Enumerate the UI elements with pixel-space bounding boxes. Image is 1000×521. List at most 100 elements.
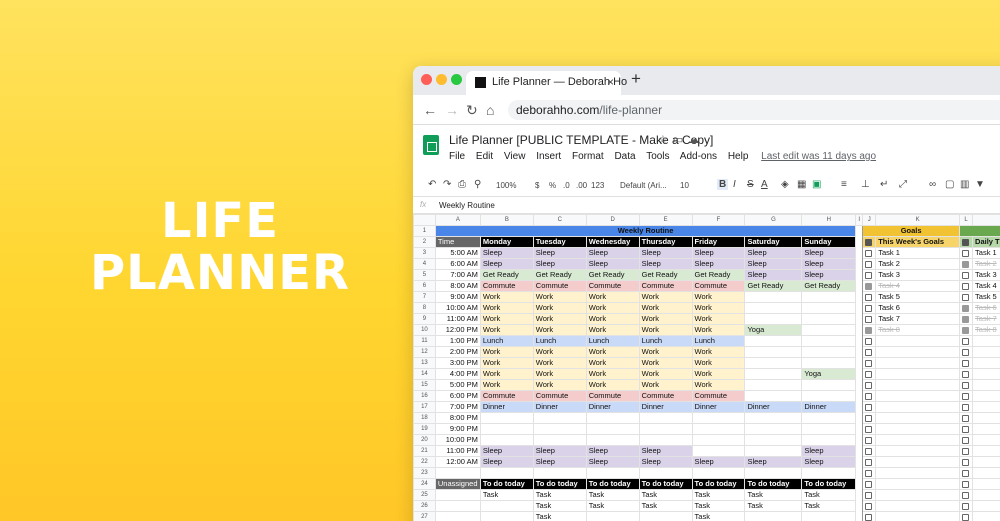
schedule-cell[interactable]: Sleep	[801, 445, 857, 457]
schedule-cell[interactable]	[801, 302, 857, 314]
menu-data[interactable]: Data	[614, 151, 635, 162]
daily-checkbox-cell[interactable]	[959, 423, 974, 435]
daily-checkbox[interactable]	[962, 304, 970, 312]
column-header-F[interactable]: F	[691, 214, 746, 226]
daily-task-cell[interactable]	[972, 412, 1000, 424]
this-weeks-goals-header[interactable]: This Week's Goals	[875, 236, 961, 248]
daily-checkbox-cell[interactable]	[959, 302, 974, 314]
schedule-cell[interactable]: Sleep	[801, 269, 857, 281]
menu-edit[interactable]: Edit	[476, 151, 493, 162]
schedule-cell[interactable]: Lunch	[691, 335, 746, 347]
close-window-dot[interactable]	[421, 74, 432, 85]
schedule-cell[interactable]: Lunch	[479, 335, 534, 347]
percent-button[interactable]: %	[549, 181, 556, 190]
currency-button[interactable]: $	[535, 181, 539, 190]
title-action-icons[interactable]: ☆▭☁	[658, 133, 704, 146]
schedule-cell[interactable]	[479, 423, 534, 435]
goal-checkbox-cell[interactable]	[862, 291, 877, 303]
minimize-window-dot[interactable]	[436, 74, 447, 85]
schedule-cell[interactable]	[801, 324, 857, 336]
daily-checkbox[interactable]	[962, 249, 970, 257]
address-bar[interactable]: deborahho.com/life-planner	[508, 100, 1000, 120]
goal-task-cell[interactable]: Task 5	[875, 291, 961, 303]
row-number[interactable]: 27	[413, 511, 436, 521]
daily-checkbox-cell[interactable]	[959, 269, 974, 281]
todo-cell[interactable]	[479, 500, 534, 512]
schedule-cell[interactable]	[744, 346, 803, 358]
insert-chart-icon[interactable]: ▥	[960, 179, 969, 190]
goal-checkbox[interactable]	[865, 282, 873, 290]
schedule-cell[interactable]	[638, 423, 693, 435]
redo-icon[interactable]: ↷	[443, 179, 451, 190]
schedule-cell[interactable]: Sleep	[801, 456, 857, 468]
last-edit-link[interactable]: Last edit was 11 days ago	[761, 151, 876, 162]
row-number[interactable]: 20	[413, 434, 436, 446]
schedule-cell[interactable]	[532, 434, 587, 446]
schedule-cell[interactable]: Work	[638, 324, 693, 336]
daily-task-cell[interactable]	[972, 511, 1000, 521]
schedule-cell[interactable]: Sleep	[479, 445, 534, 457]
goal-checkbox[interactable]	[865, 326, 873, 334]
daily-task-cell[interactable]: Task 6	[972, 302, 1000, 314]
empty-cell[interactable]	[691, 467, 746, 479]
day-header[interactable]: Friday	[691, 236, 746, 248]
schedule-cell[interactable]: Sleep	[638, 445, 693, 457]
goal-checkbox-cell[interactable]	[862, 302, 877, 314]
day-header[interactable]: Saturday	[744, 236, 803, 248]
schedule-cell[interactable]: Sleep	[479, 258, 534, 270]
goal-checkbox-cell[interactable]	[862, 456, 877, 468]
todo-cell[interactable]: Task	[744, 489, 803, 501]
column-header-J[interactable]: J	[862, 214, 877, 226]
schedule-cell[interactable]: Work	[691, 291, 746, 303]
schedule-cell[interactable]: Work	[691, 379, 746, 391]
daily-checkbox[interactable]	[962, 436, 970, 444]
row-number[interactable]: 25	[413, 489, 436, 501]
schedule-cell[interactable]: Commute	[479, 280, 534, 292]
day-header[interactable]: Thursday	[638, 236, 693, 248]
schedule-cell[interactable]: Sleep	[585, 258, 640, 270]
goal-checkbox[interactable]	[865, 480, 873, 488]
daily-checkbox[interactable]	[962, 293, 970, 301]
todo-today-header[interactable]: To do today	[744, 478, 803, 490]
schedule-cell[interactable]: Sleep	[801, 258, 857, 270]
todo-today-header[interactable]: To do today	[638, 478, 693, 490]
daily-checkbox-cell[interactable]	[959, 401, 974, 413]
daily-checkbox[interactable]	[962, 271, 970, 279]
schedule-cell[interactable]: Work	[638, 302, 693, 314]
row-number[interactable]: 21	[413, 445, 436, 457]
empty-cell[interactable]	[801, 467, 857, 479]
todo-cell[interactable]	[801, 511, 857, 521]
time-cell[interactable]: 6:00 PM	[434, 390, 481, 402]
goal-checkbox-cell[interactable]	[862, 401, 877, 413]
schedule-cell[interactable]: Sleep	[801, 247, 857, 259]
maximize-window-dot[interactable]	[451, 74, 462, 85]
schedule-cell[interactable]: Lunch	[638, 335, 693, 347]
corner-cell[interactable]	[413, 214, 436, 226]
goal-task-cell[interactable]	[875, 346, 961, 358]
schedule-cell[interactable]: Sleep	[638, 258, 693, 270]
menu-format[interactable]: Format	[572, 151, 604, 162]
schedule-cell[interactable]: Work	[479, 313, 534, 325]
todo-cell[interactable]: Task	[691, 489, 746, 501]
banner-weekly-routine[interactable]: Weekly Routine	[434, 225, 857, 237]
daily-checkbox[interactable]	[962, 337, 970, 345]
daily-header-checkbox[interactable]	[962, 238, 970, 246]
column-header-B[interactable]: B	[479, 214, 534, 226]
daily-task-cell[interactable]	[972, 335, 1000, 347]
goal-checkbox[interactable]	[865, 359, 873, 367]
daily-task-cell[interactable]	[972, 423, 1000, 435]
schedule-cell[interactable]: Sleep	[691, 247, 746, 259]
goal-checkbox[interactable]	[865, 293, 873, 301]
schedule-cell[interactable]: Sleep	[744, 456, 803, 468]
goal-checkbox[interactable]	[865, 513, 873, 521]
schedule-cell[interactable]	[479, 412, 534, 424]
daily-checkbox-cell[interactable]	[959, 478, 974, 490]
unassigned-cell[interactable]	[434, 489, 481, 501]
schedule-cell[interactable]: Work	[638, 291, 693, 303]
schedule-cell[interactable]: Commute	[585, 390, 640, 402]
schedule-cell[interactable]: Work	[638, 357, 693, 369]
todo-cell[interactable]: Task	[585, 500, 640, 512]
todo-cell[interactable]: Task	[532, 489, 587, 501]
schedule-cell[interactable]: Work	[691, 302, 746, 314]
daily-checkbox-cell[interactable]	[959, 489, 974, 501]
